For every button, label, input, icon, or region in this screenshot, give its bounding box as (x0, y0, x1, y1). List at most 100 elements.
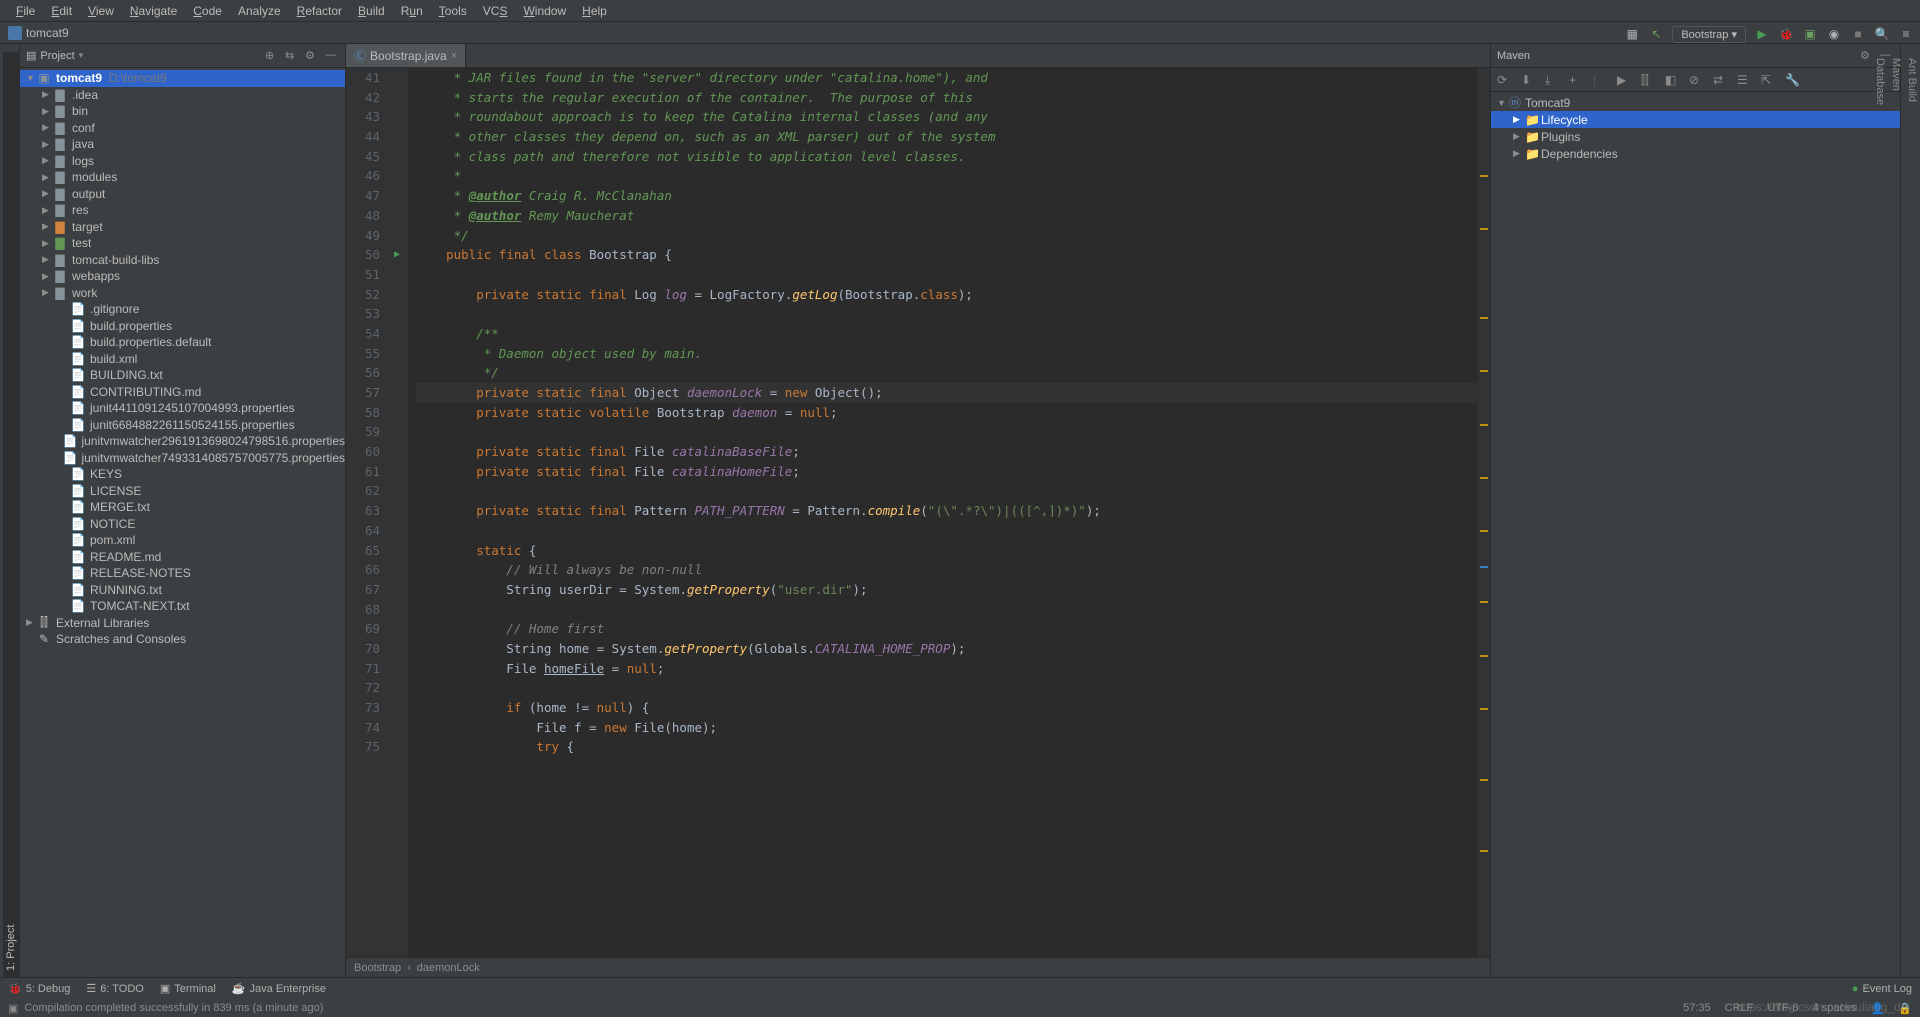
project-panel-title[interactable]: Project (40, 50, 74, 62)
tree-file[interactable]: 📄RELEASE-NOTES (20, 565, 345, 582)
toggle-tool-windows-icon[interactable]: ▣ (8, 1002, 18, 1015)
project-tree[interactable]: ▼▣tomcat9 D:\tomcat9▶▇.idea▶▇bin▶▇conf▶▇… (20, 68, 345, 977)
menu-file[interactable]: File (8, 2, 43, 20)
tab-todo[interactable]: ☰ 6: TODO (86, 982, 143, 995)
cursor-position[interactable]: 57:35 (1683, 1002, 1711, 1014)
back-icon[interactable]: ↖ (1648, 26, 1664, 42)
tree-folder-java[interactable]: ▶▇java (20, 136, 345, 153)
tree-folder-test[interactable]: ▶▇test (20, 235, 345, 252)
tree-file[interactable]: 📄junitvmwatcher2961913698024798516.prope… (20, 433, 345, 450)
breadcrumbs[interactable]: Bootstrap › daemonLock (346, 957, 1490, 977)
tab-terminal[interactable]: ▣ Terminal (160, 982, 216, 995)
menu-refactor[interactable]: Refactor (289, 2, 350, 20)
tree-folder-target[interactable]: ▶▇target (20, 219, 345, 236)
tab-database[interactable]: Database (1872, 52, 1888, 977)
locate-icon[interactable]: ⊕ (265, 49, 279, 63)
menu-analyze[interactable]: Analyze (230, 2, 289, 20)
hide-icon[interactable]: — (325, 49, 339, 63)
gear-icon[interactable]: ⚙ (305, 49, 319, 63)
tree-file[interactable]: 📄build.xml (20, 351, 345, 368)
menu-window[interactable]: Window (515, 2, 574, 20)
menu-navigate[interactable]: Navigate (122, 2, 185, 20)
tree-file[interactable]: 📄junitvmwatcher7493314085757005775.prope… (20, 450, 345, 467)
tree-folder-work[interactable]: ▶▇work (20, 285, 345, 302)
layout-icon[interactable]: ▦ (1624, 26, 1640, 42)
tree-file[interactable]: 📄.gitignore (20, 301, 345, 318)
menu-view[interactable]: View (80, 2, 122, 20)
nav-project[interactable]: tomcat9 (26, 26, 69, 40)
maven-dependencies[interactable]: ▶ 📁 Dependencies (1491, 145, 1900, 162)
add-icon[interactable]: + (1569, 73, 1583, 87)
maven-root[interactable]: ▼ ⓜ Tomcat9 (1491, 94, 1900, 111)
tab-debug[interactable]: 🐞 5: Debug (8, 982, 70, 995)
tree-file[interactable]: 📄TOMCAT-NEXT.txt (20, 598, 345, 615)
tree-file[interactable]: 📄MERGE.txt (20, 499, 345, 516)
settings-icon[interactable]: ≡ (1898, 26, 1914, 42)
wrench-icon[interactable]: 🔧 (1785, 73, 1799, 87)
tree-file[interactable]: 📄KEYS (20, 466, 345, 483)
menu-vcs[interactable]: VCS (475, 2, 516, 20)
tree-file[interactable]: 📄BUILDING.txt (20, 367, 345, 384)
debug-button[interactable]: 🐞 (1778, 26, 1794, 42)
tab-ant[interactable]: Ant Build (1904, 52, 1920, 977)
menu-tools[interactable]: Tools (431, 2, 475, 20)
line-number-gutter[interactable]: 4142434445464748495051525354555657585960… (346, 68, 392, 957)
tree-folder-conf[interactable]: ▶▇conf (20, 120, 345, 137)
menu-code[interactable]: Code (185, 2, 230, 20)
tree-folder-tomcat-build-libs[interactable]: ▶▇tomcat-build-libs (20, 252, 345, 269)
menu-run[interactable]: Run (393, 2, 431, 20)
tree-folder-.idea[interactable]: ▶▇.idea (20, 87, 345, 104)
tree-file[interactable]: 📄junit4411091245107004993.properties (20, 400, 345, 417)
maven-plugins[interactable]: ▶ 📁 Plugins (1491, 128, 1900, 145)
generate-icon[interactable]: ⬇ (1521, 73, 1535, 87)
tree-folder-output[interactable]: ▶▇output (20, 186, 345, 203)
tree-folder-modules[interactable]: ▶▇modules (20, 169, 345, 186)
marker-strip[interactable] (1478, 68, 1490, 957)
coverage-button[interactable]: ▣ (1802, 26, 1818, 42)
event-log-button[interactable]: ● Event Log (1852, 983, 1912, 995)
tree-file[interactable]: 📄RUNNING.txt (20, 582, 345, 599)
tab-java-ee[interactable]: ☕ Java Enterprise (232, 982, 326, 995)
maven-tree[interactable]: ▼ ⓜ Tomcat9 ▶ 📁 Lifecycle ▶ 📁 Plugins ▶ … (1491, 92, 1900, 977)
tree-folder-webapps[interactable]: ▶▇webapps (20, 268, 345, 285)
menu-edit[interactable]: Edit (43, 2, 80, 20)
toggle-icon[interactable]: ◧ (1665, 73, 1679, 87)
show-deps-icon[interactable]: ☰ (1737, 73, 1751, 87)
run-button[interactable]: ▶ (1754, 26, 1770, 42)
tree-file[interactable]: 📄pom.xml (20, 532, 345, 549)
tree-file[interactable]: 📄README.md (20, 549, 345, 566)
search-icon[interactable]: 🔍 (1874, 26, 1890, 42)
maven-lifecycle[interactable]: ▶ 📁 Lifecycle (1491, 111, 1900, 128)
run-config-selector[interactable]: Bootstrap ▾ (1672, 26, 1746, 43)
breadcrumb-class[interactable]: Bootstrap (354, 962, 401, 974)
tab-maven[interactable]: Maven (1888, 52, 1904, 977)
breadcrumb-field[interactable]: daemonLock (417, 962, 480, 974)
tree-folder-res[interactable]: ▶▇res (20, 202, 345, 219)
tree-external[interactable]: ▶⫿⫿External Libraries (20, 615, 345, 632)
tree-file[interactable]: 📄NOTICE (20, 516, 345, 533)
tree-folder-logs[interactable]: ▶▇logs (20, 153, 345, 170)
run-gutter-icon[interactable]: ▶ (394, 245, 400, 265)
tree-file[interactable]: 📄build.properties.default (20, 334, 345, 351)
tree-file[interactable]: 📄junit6684882261150524155.properties (20, 417, 345, 434)
collapse-icon[interactable]: ⇆ (285, 49, 299, 63)
run-maven-icon[interactable]: ▶ (1617, 73, 1631, 87)
tab-structure[interactable]: 7: Structure (0, 52, 3, 977)
tree-file[interactable]: 📄LICENSE (20, 483, 345, 500)
code-editor[interactable]: * JAR files found in the "server" direct… (408, 68, 1478, 957)
profile-button[interactable]: ◉ (1826, 26, 1842, 42)
tree-file[interactable]: 📄build.properties (20, 318, 345, 335)
menu-build[interactable]: Build (350, 2, 393, 20)
stop-button[interactable]: ■ (1850, 26, 1866, 42)
execute-icon[interactable]: ⫿⫿ (1641, 73, 1655, 87)
editor-tab-bootstrap[interactable]: Ⓒ Bootstrap.java × (346, 44, 466, 67)
tree-file[interactable]: 📄CONTRIBUTING.md (20, 384, 345, 401)
offline-icon[interactable]: ⇄ (1713, 73, 1727, 87)
reimport-icon[interactable]: ⟳ (1497, 73, 1511, 87)
tree-root[interactable]: ▼▣tomcat9 D:\tomcat9 (20, 70, 345, 87)
menu-help[interactable]: Help (574, 2, 615, 20)
chevron-down-icon[interactable]: ▾ (79, 50, 84, 61)
tab-project[interactable]: 1: Project (3, 52, 19, 977)
skip-tests-icon[interactable]: ⊘ (1689, 73, 1703, 87)
close-icon[interactable]: × (451, 50, 457, 62)
